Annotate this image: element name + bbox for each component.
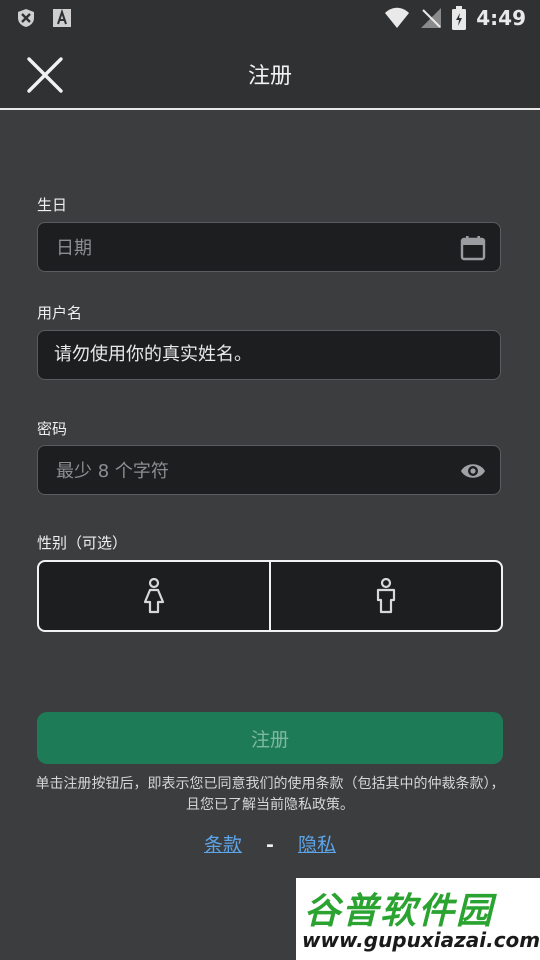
username-field[interactable]: 请勿使用你的真实姓名。 xyxy=(37,330,501,380)
birthday-label: 生日 xyxy=(37,196,68,214)
birthday-input[interactable] xyxy=(54,223,458,273)
watermark-title: 谷普软件园 xyxy=(304,891,495,932)
gender-selector xyxy=(37,560,503,632)
calendar-icon[interactable] xyxy=(460,235,486,261)
username-value: 请勿使用你的真实姓名。 xyxy=(54,344,252,365)
terms-link[interactable]: 条款 xyxy=(204,834,242,856)
gender-option-male[interactable] xyxy=(269,562,501,630)
app-bar: 注册 xyxy=(0,36,540,110)
wifi-icon xyxy=(385,7,410,28)
signal-off-icon xyxy=(421,8,442,28)
links-separator: - xyxy=(266,834,274,856)
watermark: 谷普软件园 www.gupuxiazai.com xyxy=(296,878,540,960)
gender-label: 性别（可选） xyxy=(37,534,128,552)
watermark-url: www.gupuxiazai.com xyxy=(302,928,540,952)
privacy-link[interactable]: 隐私 xyxy=(298,834,336,856)
birthday-field[interactable] xyxy=(37,222,501,273)
male-icon xyxy=(376,578,396,614)
register-button[interactable]: 注册 xyxy=(37,712,503,764)
eye-icon[interactable] xyxy=(460,458,486,484)
page-title: 注册 xyxy=(247,64,292,89)
username-label: 用户名 xyxy=(37,304,83,322)
gender-option-female[interactable] xyxy=(39,562,269,630)
battery-icon xyxy=(452,6,467,30)
status-time: 4:49 xyxy=(476,6,526,30)
female-icon xyxy=(143,578,165,614)
password-input[interactable] xyxy=(54,446,458,496)
status-bar: 4:49 xyxy=(0,0,540,36)
shield-icon xyxy=(18,9,34,27)
terms-disclaimer: 单击注册按钮后，即表示您已同意我们的使用条款（包括其中的仲裁条款），且您已了解当… xyxy=(35,776,505,813)
password-field[interactable] xyxy=(37,445,501,496)
legal-links: 条款 - 隐私 xyxy=(0,830,540,857)
password-label: 密码 xyxy=(37,420,68,438)
a-icon xyxy=(53,8,71,27)
